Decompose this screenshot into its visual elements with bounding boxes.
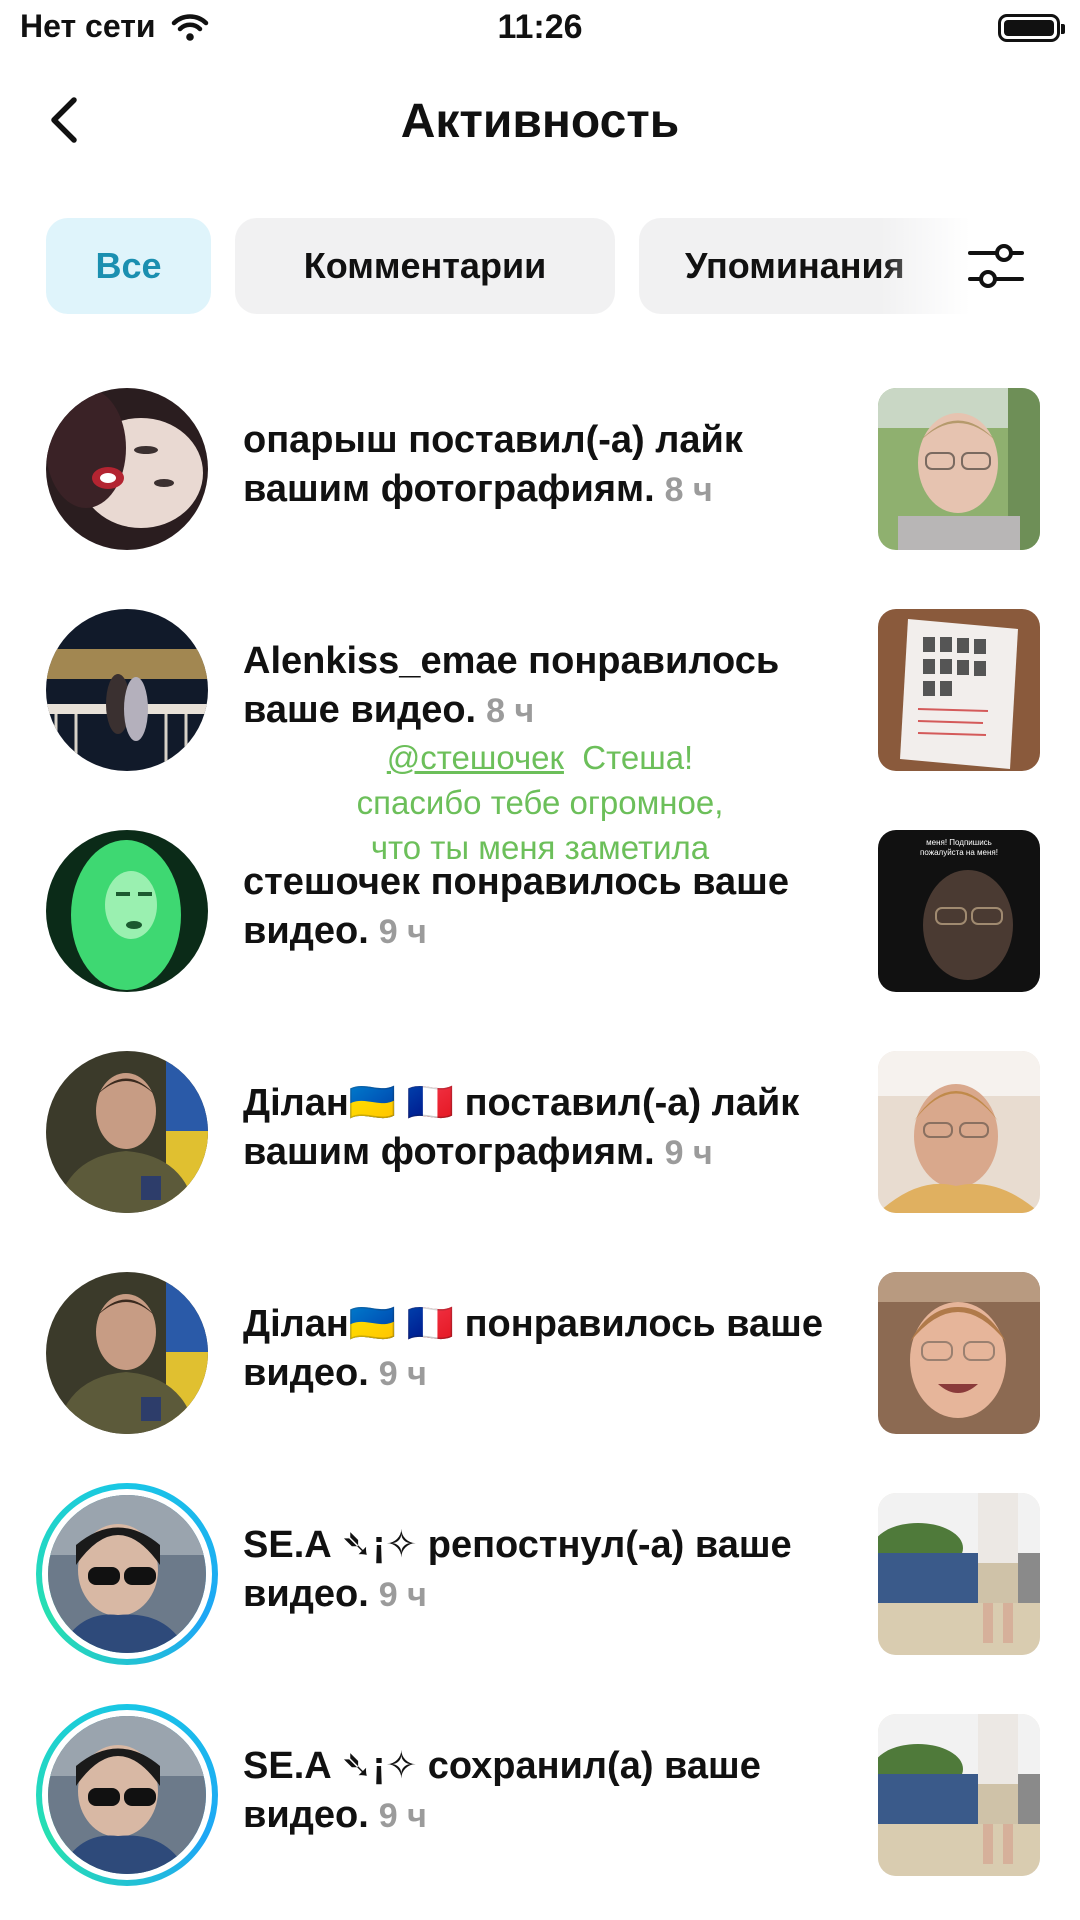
activity-message: SE.A ➴¡✧ репостнул(-а) ваше видео. xyxy=(243,1524,792,1615)
filter-chip-comments[interactable]: Комментарии xyxy=(235,218,615,314)
avatar-with-story[interactable] xyxy=(36,1483,218,1665)
content-thumbnail[interactable] xyxy=(878,388,1040,550)
filter-chip-label: Все xyxy=(95,245,162,286)
activity-text: SE.A ➴¡✧ сохранил(а) ваше видео. 9 ч xyxy=(243,1742,843,1841)
activity-time: 8 ч xyxy=(486,692,535,730)
header: Активность xyxy=(0,80,1080,160)
content-thumbnail[interactable] xyxy=(878,1493,1040,1655)
activity-time: 9 ч xyxy=(378,1576,427,1614)
avatar-with-story[interactable] xyxy=(36,1704,218,1886)
activity-text: SE.A ➴¡✧ репостнул(-а) ваше видео. 9 ч xyxy=(243,1521,843,1620)
overlay-caption-line1: @стешочек Стеша! xyxy=(0,735,1080,780)
overlay-caption-line2: спасибо тебе огромное, xyxy=(356,784,724,821)
activity-time: 9 ч xyxy=(378,1797,427,1835)
status-bar: Нет сети 11:26 xyxy=(0,0,1080,60)
filter-chip-all[interactable]: Все xyxy=(46,218,211,314)
avatar[interactable] xyxy=(46,388,208,550)
activity-time: 9 ч xyxy=(378,913,427,951)
overlay-caption-line3: что ты меня заметила xyxy=(370,829,710,866)
page-title: Активность xyxy=(400,95,680,148)
content-thumbnail[interactable] xyxy=(878,1714,1040,1876)
activity-text: опарыш поставил(-а) лайк вашим фотографи… xyxy=(243,416,843,515)
activity-text: стешочек понравилось ваше видео. 9 ч xyxy=(243,858,843,957)
activity-message: SE.A ➴¡✧ сохранил(а) ваше видео. xyxy=(243,1745,761,1836)
filter-chip-label: Упоминания xyxy=(685,245,905,286)
activity-row[interactable]: Ділан🇺🇦 🇫🇷 поставил(-а) лайк вашим фотог… xyxy=(0,1051,1080,1215)
activity-message: Ділан🇺🇦 🇫🇷 понравилось ваше видео. xyxy=(243,1303,823,1394)
filter-chips: Все Комментарии Упоминания xyxy=(0,218,1080,314)
activity-text: Ділан🇺🇦 🇫🇷 поставил(-а) лайк вашим фотог… xyxy=(243,1079,843,1178)
activity-text: Alenkiss_emae понравилось ваше видео. 8 ч xyxy=(243,637,843,736)
activity-text: Ділан🇺🇦 🇫🇷 понравилось ваше видео. 9 ч xyxy=(243,1300,843,1399)
activity-row[interactable]: SE.A ➴¡✧ сохранил(а) ваше видео. 9 ч xyxy=(0,1704,1080,1886)
battery-icon xyxy=(998,14,1065,42)
overlay-mention: @стешочек xyxy=(386,739,564,776)
filter-chip-label: Комментарии xyxy=(303,245,547,286)
activity-time: 9 ч xyxy=(664,1134,713,1172)
overlay-line1-text: Стеша! xyxy=(582,739,694,776)
avatar[interactable] xyxy=(46,1051,208,1213)
avatar[interactable] xyxy=(46,1272,208,1434)
activity-row[interactable]: SE.A ➴¡✧ репостнул(-а) ваше видео. 9 ч xyxy=(0,1483,1080,1665)
content-thumbnail[interactable] xyxy=(878,1272,1040,1434)
activity-row[interactable]: Ділан🇺🇦 🇫🇷 понравилось ваше видео. 9 ч xyxy=(0,1272,1080,1436)
activity-message: стешочек понравилось ваше видео. xyxy=(243,861,789,952)
sliders-icon[interactable] xyxy=(966,236,1026,296)
activity-time: 9 ч xyxy=(378,1355,427,1393)
status-time: 11:26 xyxy=(497,8,583,46)
activity-message: Ділан🇺🇦 🇫🇷 поставил(-а) лайк вашим фотог… xyxy=(243,1082,800,1173)
activity-time: 8 ч xyxy=(664,471,713,509)
activity-row[interactable]: опарыш поставил(-а) лайк вашим фотографи… xyxy=(0,388,1080,552)
overlay-caption: @стешочек Стеша! спасибо тебе огромное, … xyxy=(0,735,1080,870)
content-thumbnail[interactable] xyxy=(878,1051,1040,1213)
